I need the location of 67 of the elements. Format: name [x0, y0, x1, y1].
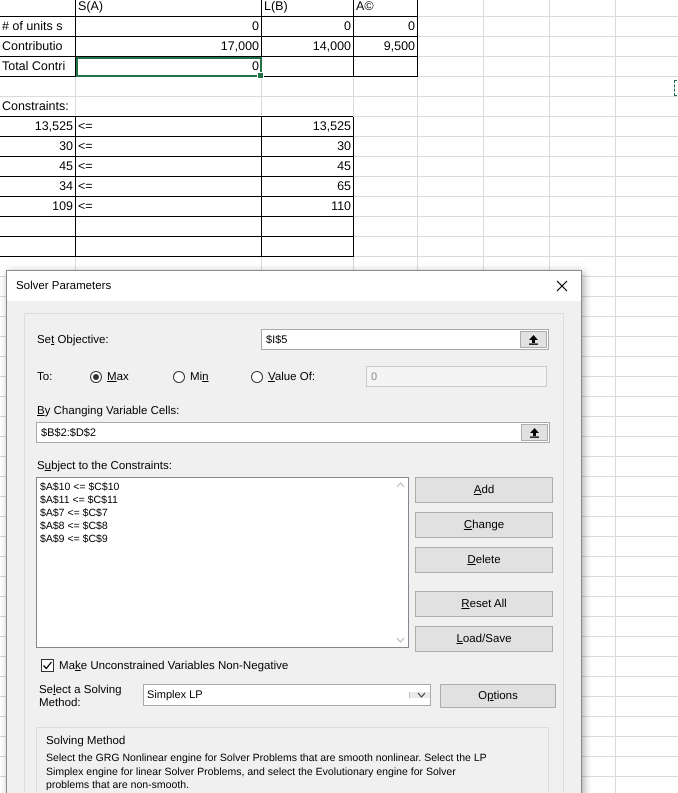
- constraints-list[interactable]: $A$10 <= $C$10 $A$11 <= $C$11 $A$7 <= $C$7 $A$8 <= $C$8 $A$9 <= $C$9: [36, 477, 409, 648]
- method-dropdown[interactable]: Simplex LP: [143, 684, 431, 706]
- table-cell: <=: [76, 137, 262, 157]
- column-header[interactable]: L(B): [262, 0, 354, 17]
- radio-option[interactable]: Max: [90, 370, 173, 382]
- field-label: Select a Solving Method:: [39, 684, 122, 710]
- action-button[interactable]: Change: [415, 512, 553, 538]
- empty-cell[interactable]: [354, 57, 418, 77]
- table-cell[interactable]: 9,500: [354, 37, 418, 57]
- column-header[interactable]: A©: [354, 0, 418, 17]
- radio-option[interactable]: Min: [173, 370, 251, 382]
- upload-icon: [529, 427, 540, 438]
- field-label: Subject to the Constraints:: [37, 460, 173, 472]
- row-label: Total Contri: [0, 57, 76, 77]
- checkbox-label: Make Unconstrained Variables Non-Negative: [59, 660, 288, 672]
- method-description: Select the GRG Nonlinear engine for Solver Problems that are smooth nonlinear. Select the LP Simplex engine for linear Solver Problems, and select the Evolutionary engine for Solver problems that are non-smooth.: [46, 752, 488, 792]
- collapse-button[interactable]: [520, 331, 547, 348]
- check-icon: [42, 660, 53, 671]
- window-title: Solver Parameters: [16, 280, 112, 292]
- table-cell[interactable]: 17,000: [76, 37, 262, 57]
- table-cell: <=: [76, 157, 262, 177]
- fill-handle[interactable]: [257, 72, 264, 79]
- row-label: # of units s: [0, 17, 76, 37]
- field-label: Set Objective:: [37, 334, 110, 346]
- table-cell: <=: [76, 197, 262, 217]
- table-cell[interactable]: 0: [76, 57, 262, 77]
- section-label: Constraints:: [1, 98, 70, 115]
- group-title: Solving Method: [46, 735, 126, 747]
- table-cell[interactable]: 0: [262, 17, 354, 37]
- radio-option[interactable]: Value Of:: [251, 370, 366, 382]
- action-button[interactable]: Load/Save: [415, 626, 553, 652]
- table-cell: 110: [262, 197, 354, 217]
- table-cell: <=: [76, 117, 262, 137]
- list-item[interactable]: $A$9 <= $C$9: [40, 533, 389, 546]
- chevron-down-icon: [417, 692, 426, 698]
- options-button[interactable]: Options: [440, 684, 556, 708]
- table-cell[interactable]: 0: [76, 17, 262, 37]
- table-cell[interactable]: 0: [354, 17, 418, 37]
- table-cell: 65: [262, 177, 354, 197]
- objective-field[interactable]: $I$5: [261, 329, 549, 350]
- table-cell: 45: [0, 157, 76, 177]
- field-label: By Changing Variable Cells:: [37, 405, 180, 417]
- table-cell: 13,525: [262, 117, 354, 137]
- list-item[interactable]: $A$11 <= $C$11: [40, 494, 389, 507]
- list-item[interactable]: $A$10 <= $C$10: [40, 481, 389, 494]
- variable-cells-field[interactable]: $B$2:$D$2: [36, 422, 550, 443]
- collapse-button[interactable]: [521, 424, 548, 441]
- action-button[interactable]: Delete: [415, 547, 553, 573]
- table-cell: 30: [262, 137, 354, 157]
- close-icon[interactable]: [556, 280, 568, 292]
- action-button[interactable]: Add: [415, 477, 553, 503]
- list-item[interactable]: $A$7 <= $C$7: [40, 507, 389, 520]
- table-cell: 34: [0, 177, 76, 197]
- column-header[interactable]: S(A): [76, 0, 262, 17]
- upload-icon: [528, 334, 539, 345]
- field-label: To:: [37, 370, 54, 382]
- empty-cell[interactable]: [262, 237, 354, 257]
- row-label: Contributio: [0, 37, 76, 57]
- table-cell: 109: [0, 197, 76, 217]
- table-cell[interactable]: 14,000: [262, 37, 354, 57]
- table-cell: 45: [262, 157, 354, 177]
- list-item[interactable]: $A$8 <= $C$8: [40, 520, 389, 533]
- table-cell: 30: [0, 137, 76, 157]
- action-button[interactable]: Reset All: [415, 591, 553, 617]
- checkbox[interactable]: [41, 659, 54, 672]
- table-cell: <=: [76, 177, 262, 197]
- table-cell: 13,525: [0, 117, 76, 137]
